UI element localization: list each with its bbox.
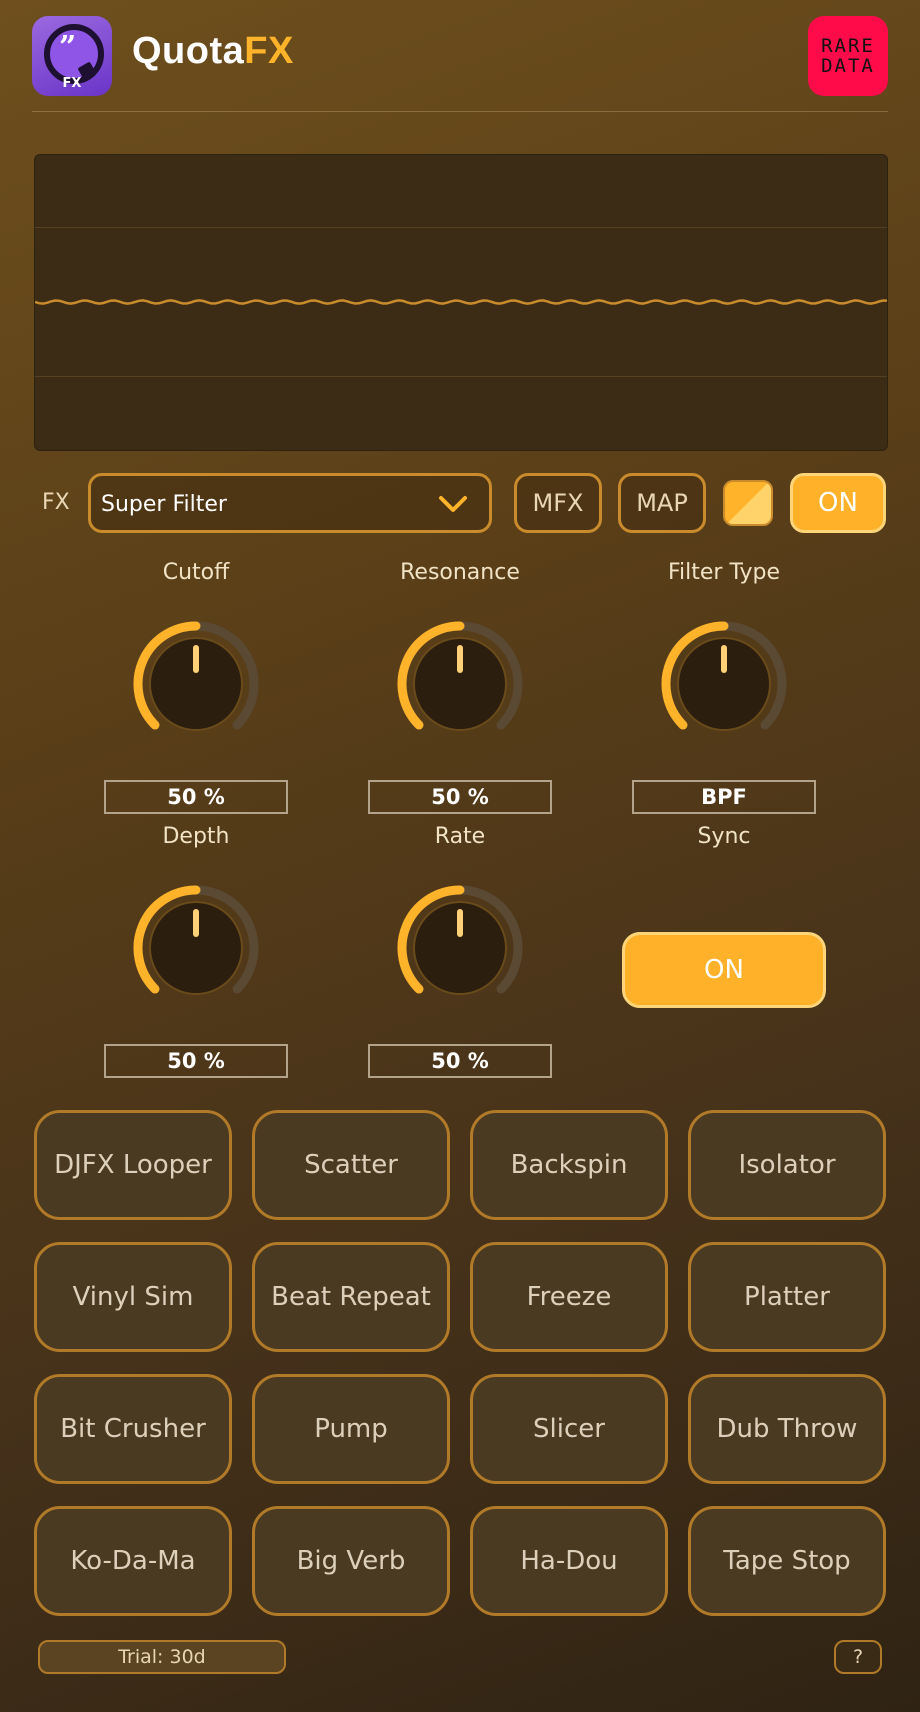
partner-logo-line-1: RARE [821,35,875,57]
fx-on-button[interactable]: ON [790,473,886,533]
rate-knob[interactable] [392,880,528,1016]
effect-pad-vinyl-sim[interactable]: Vinyl Sim [34,1242,232,1352]
effect-select-value: Super Filter [101,492,227,517]
effect-pad-ha-dou[interactable]: Ha-Dou [470,1506,668,1616]
app-icon: ” FX [32,16,112,96]
effect-pad-tape-stop[interactable]: Tape Stop [688,1506,886,1616]
header-divider [32,111,888,112]
fx-label: FX [42,490,70,515]
app-icon-label: FX [62,76,82,91]
waveform-svg [35,299,887,305]
quote-icon: ” [59,30,77,65]
effect-pad-dub-throw[interactable]: Dub Throw [688,1374,886,1484]
effect-pad-platter[interactable]: Platter [688,1242,886,1352]
effect-pad-beat-repeat[interactable]: Beat Repeat [252,1242,450,1352]
map-button[interactable]: MAP [618,473,706,533]
color-swatch-button[interactable] [723,480,773,526]
depth-value[interactable]: 50 % [104,1044,288,1078]
partner-logo[interactable]: RARE DATA [808,16,888,96]
cutoff-title: Cutoff [162,560,230,585]
waveform-line [35,299,887,305]
effect-select[interactable]: Super Filter [88,473,492,533]
header: ” FX QuotaFX RARE DATA [32,16,888,96]
effect-pad-djfx-looper[interactable]: DJFX Looper [34,1110,232,1220]
depth-knob[interactable] [128,880,264,1016]
effect-pad-isolator[interactable]: Isolator [688,1110,886,1220]
chevron-down-icon [437,490,469,522]
effect-pad-freeze[interactable]: Freeze [470,1242,668,1352]
sync-on-button[interactable]: ON [622,932,826,1008]
mfx-button[interactable]: MFX [514,473,602,533]
effect-pad-pump[interactable]: Pump [252,1374,450,1484]
resonance-value[interactable]: 50 % [368,780,552,814]
fx-bar: FX Super Filter MFX MAP ON [0,472,920,536]
resonance-title: Resonance [400,560,520,585]
effect-pad-slicer[interactable]: Slicer [470,1374,668,1484]
cutoff-knob[interactable] [128,616,264,752]
partner-logo-line-2: DATA [821,55,875,77]
effect-pad-backspin[interactable]: Backspin [470,1110,668,1220]
rate-value[interactable]: 50 % [368,1044,552,1078]
filter-type-value[interactable]: BPF [632,780,816,814]
app-title: QuotaFX [132,30,294,73]
cutoff-value[interactable]: 50 % [104,780,288,814]
waveform-display [34,154,888,451]
effect-pad-big-verb[interactable]: Big Verb [252,1506,450,1616]
effect-pad-scatter[interactable]: Scatter [252,1110,450,1220]
resonance-knob[interactable] [392,616,528,752]
depth-title: Depth [162,824,230,849]
trial-badge[interactable]: Trial: 30d [38,1640,286,1674]
effect-pad-ko-da-ma[interactable]: Ko-Da-Ma [34,1506,232,1616]
rate-title: Rate [434,824,486,849]
sync-title: Sync [697,824,751,849]
help-button[interactable]: ? [834,1640,882,1674]
brand-part-1: Quota [132,30,245,72]
brand-part-2: FX [244,30,294,72]
filter-type-knob[interactable] [656,616,792,752]
filter-type-title: Filter Type [667,560,780,585]
effect-pad-bit-crusher[interactable]: Bit Crusher [34,1374,232,1484]
